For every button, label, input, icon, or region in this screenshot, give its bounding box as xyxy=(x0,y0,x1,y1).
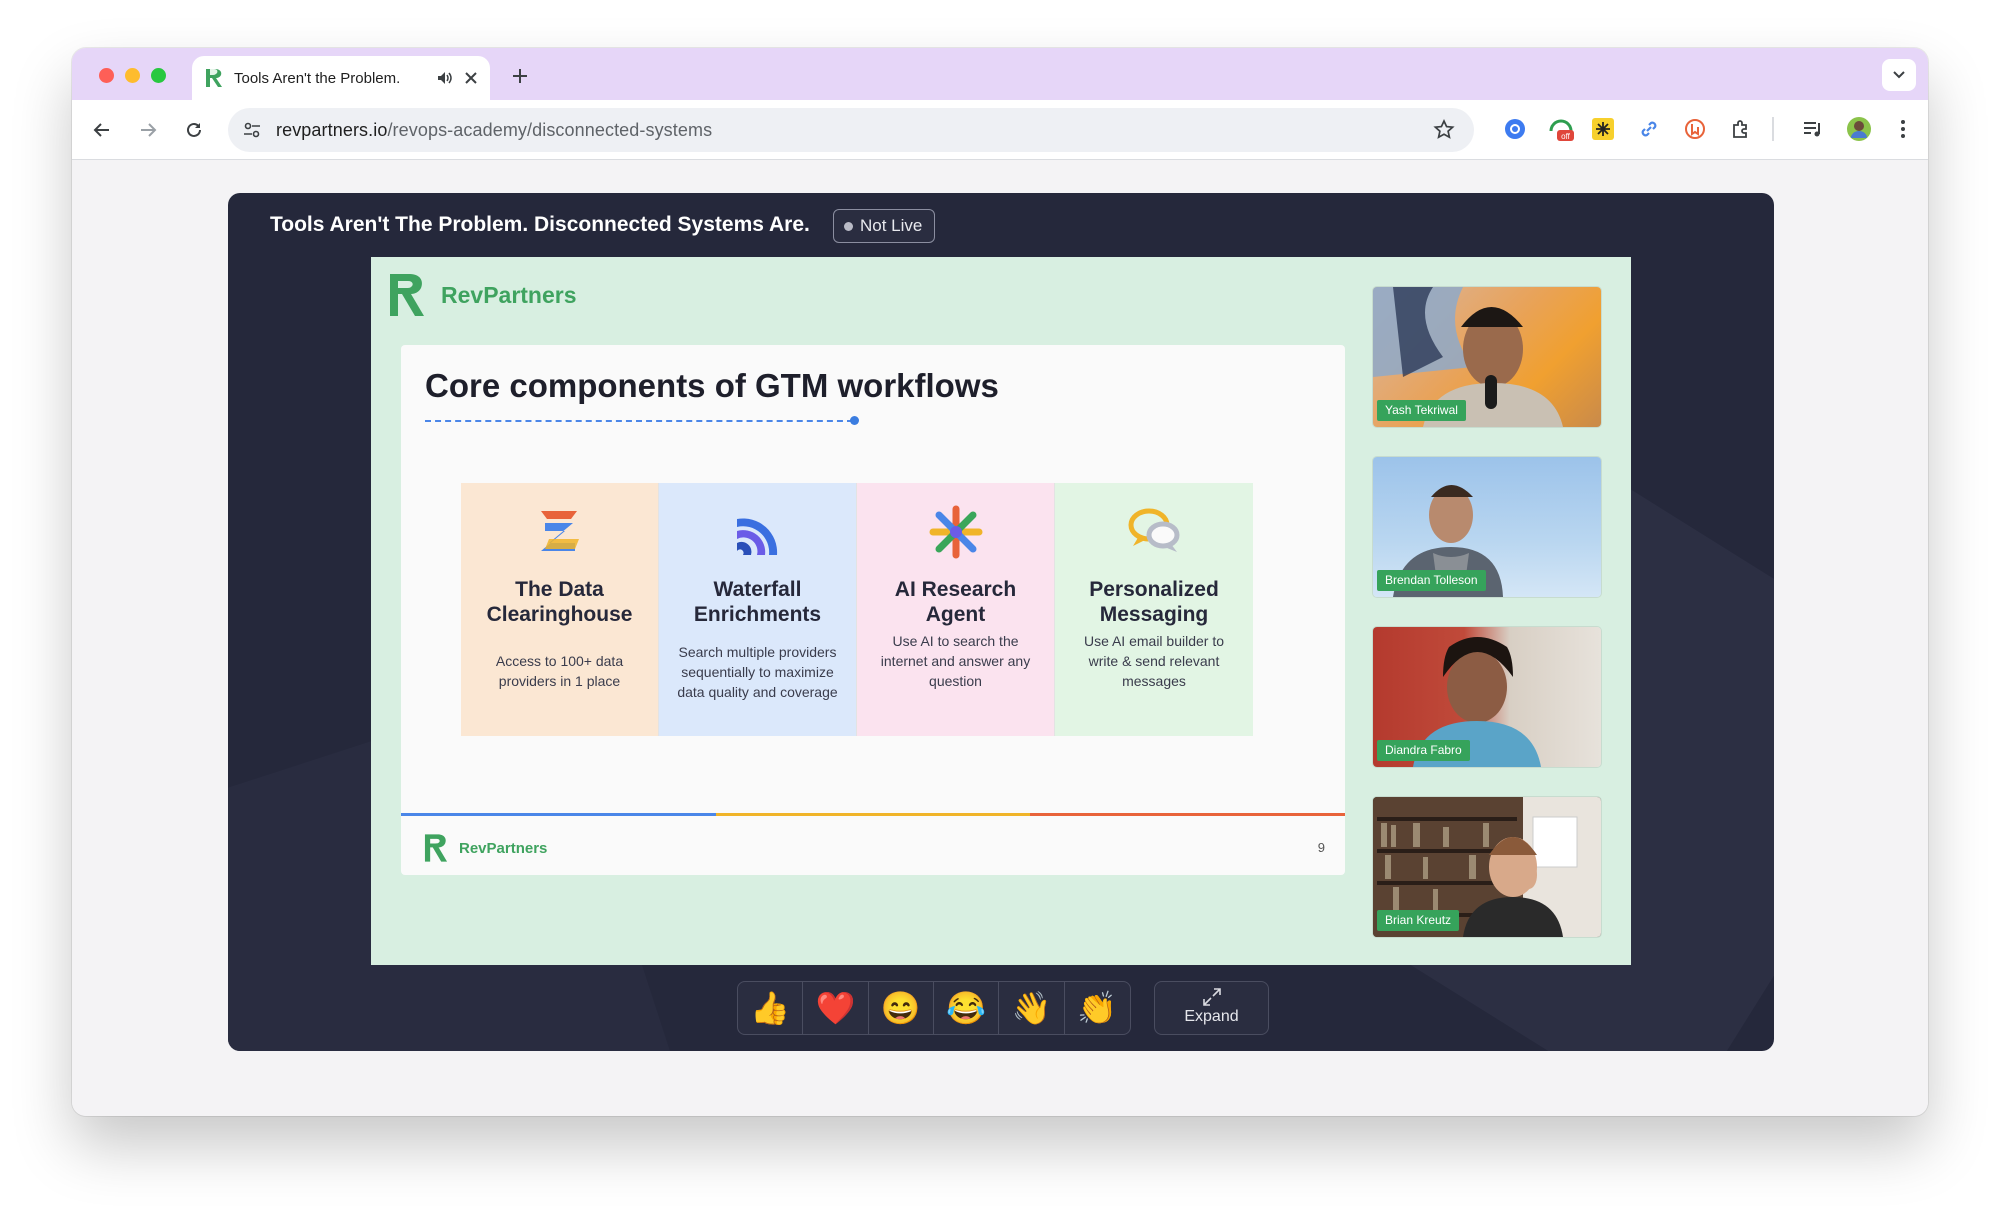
participant-name: Yash Tekriwal xyxy=(1377,400,1466,421)
media-controls-button[interactable] xyxy=(1798,114,1828,144)
expand-arrows-icon xyxy=(1202,988,1221,1006)
webinar-stage: Tools Aren't The Problem. Disconnected S… xyxy=(228,193,1774,1051)
reactions-bar: 👍 ❤️ 😄 😂 👋 👏 xyxy=(737,981,1131,1035)
extension-link-icon[interactable] xyxy=(1634,114,1664,144)
reload-icon xyxy=(187,122,201,137)
puzzle-icon xyxy=(1733,120,1747,138)
component-card-waterfall-enrichments: Waterfall Enrichments Search multiple pr… xyxy=(659,483,857,736)
minimize-window-button[interactable] xyxy=(125,68,140,83)
menu-button[interactable] xyxy=(1888,114,1918,144)
reaction-grin-button[interactable]: 😄 xyxy=(869,982,934,1034)
menu-icon xyxy=(1901,120,1905,138)
component-title: The Data Clearinghouse xyxy=(486,578,633,626)
tab-strip: Tools Aren't the Problem. xyxy=(72,48,1928,100)
spark-burst-icon xyxy=(929,505,983,559)
reaction-wave-button[interactable]: 👋 xyxy=(999,982,1065,1034)
expand-label: Expand xyxy=(1184,1008,1239,1025)
chat-bubbles-icon xyxy=(1128,508,1180,552)
close-tab-icon[interactable] xyxy=(464,71,478,85)
participant-name: Brendan Tolleson xyxy=(1377,570,1486,591)
browser-window: Tools Aren't the Problem. revpartners.io… xyxy=(72,48,1928,1116)
component-title: Personalized Messaging xyxy=(1089,578,1219,626)
component-card-ai-research-agent: AI Research Agent Use AI to search the i… xyxy=(857,483,1055,736)
component-card-personalized-messaging: Personalized Messaging Use AI email buil… xyxy=(1055,483,1253,736)
back-icon xyxy=(93,123,109,137)
extension-blue-icon[interactable] xyxy=(1500,114,1530,144)
reaction-laugh-button[interactable]: 😂 xyxy=(934,982,1000,1034)
revpartners-logo-small-icon xyxy=(424,834,448,862)
participant-name: Brian Kreutz xyxy=(1377,910,1460,931)
reaction-clap-button[interactable]: 👏 xyxy=(1065,982,1130,1034)
component-description: Search multiple providers sequentially t… xyxy=(677,644,838,700)
participant-video-tile[interactable]: Diandra Fabro xyxy=(1373,627,1601,767)
extensions-button[interactable] xyxy=(1726,114,1756,144)
slide-footer-colorbar xyxy=(401,813,1346,816)
tab-active[interactable]: Tools Aren't the Problem. xyxy=(192,56,490,100)
back-button[interactable] xyxy=(88,116,116,144)
revpartners-logo-icon xyxy=(390,274,424,316)
component-title: AI Research Agent xyxy=(894,578,1017,626)
chevron-down-icon xyxy=(1893,71,1905,79)
svg-text:off: off xyxy=(1561,132,1571,141)
url-domain: revpartners.io xyxy=(276,119,388,140)
slide-brand-header: RevPartners xyxy=(387,271,577,319)
component-description: Use AI to search the internet and answer… xyxy=(880,633,1031,689)
extension-off-icon[interactable]: off xyxy=(1546,114,1576,144)
tab-search-button[interactable] xyxy=(1882,59,1916,91)
slide-title: Core components of GTM workflows xyxy=(425,367,999,404)
slide-card: Core components of GTM workflows The Dat… xyxy=(401,345,1346,875)
extension-asterisk-icon[interactable] xyxy=(1588,114,1618,144)
participant-video-tile[interactable]: Brian Kreutz xyxy=(1373,797,1601,937)
url-text[interactable]: revpartners.io/revops-academy/disconnect… xyxy=(276,120,712,141)
participant-video-tile[interactable]: Yash Tekriwal xyxy=(1373,287,1601,427)
site-settings-icon[interactable] xyxy=(242,120,262,140)
slide-footer-brand: RevPartners xyxy=(423,832,547,864)
forward-icon xyxy=(141,123,157,137)
slide-page-number: 9 xyxy=(1317,840,1325,855)
participant-video-tile[interactable]: Brendan Tolleson xyxy=(1373,457,1601,597)
asterisk-icon xyxy=(1592,118,1614,140)
participant-name: Diandra Fabro xyxy=(1377,740,1470,761)
component-card-data-clearinghouse: The Data Clearinghouse Access to 100+ da… xyxy=(461,483,659,736)
new-tab-button[interactable] xyxy=(506,62,534,90)
revpartners-favicon-icon xyxy=(206,69,222,87)
title-underline xyxy=(425,420,853,422)
link-icon xyxy=(1641,121,1657,137)
toolbar-divider xyxy=(1772,117,1774,141)
forward-button[interactable] xyxy=(134,116,162,144)
bookmark-star-icon[interactable] xyxy=(1432,118,1456,142)
event-title: Tools Aren't The Problem. Disconnected S… xyxy=(270,213,810,236)
browser-toolbar: revpartners.io/revops-academy/disconnect… xyxy=(72,100,1928,160)
reaction-thumbs-up-button[interactable]: 👍 xyxy=(738,982,804,1034)
circle-extension-icon xyxy=(1505,119,1525,139)
status-dot-icon xyxy=(844,221,853,231)
component-description: Use AI email builder to write & send rel… xyxy=(1083,633,1225,689)
reaction-heart-button[interactable]: ❤️ xyxy=(803,982,869,1034)
expand-button[interactable]: Expand xyxy=(1154,981,1269,1035)
profile-avatar-icon xyxy=(1847,117,1871,141)
brand-name: RevPartners xyxy=(441,281,577,308)
plus-icon xyxy=(513,69,527,83)
close-window-button[interactable] xyxy=(99,68,114,83)
presentation-area: RevPartners Core components of GTM workf… xyxy=(371,257,1631,965)
reload-button[interactable] xyxy=(180,116,208,144)
tab-title: Tools Aren't the Problem. xyxy=(234,69,401,87)
waterfall-rainbow-icon xyxy=(737,518,778,555)
footer-brand-name: RevPartners xyxy=(459,839,548,857)
component-title: Waterfall Enrichments xyxy=(693,578,822,626)
maximize-window-button[interactable] xyxy=(151,68,166,83)
page-content: Tools Aren't The Problem. Disconnected S… xyxy=(72,161,1928,1116)
url-path: /revops-academy/disconnected-systems xyxy=(387,119,713,140)
audio-playing-icon[interactable] xyxy=(436,69,454,87)
headphones-off-icon: off xyxy=(1549,119,1574,141)
address-bar[interactable]: revpartners.io/revops-academy/disconnect… xyxy=(228,108,1474,152)
profile-avatar[interactable] xyxy=(1844,114,1874,144)
live-status-text: Not Live xyxy=(860,216,923,235)
media-controls-icon xyxy=(1804,122,1820,137)
live-status-badge: Not Live xyxy=(833,209,936,243)
stacked-shapes-icon xyxy=(541,511,579,551)
extension-orange-icon[interactable] xyxy=(1680,114,1710,144)
bookmark-circle-icon xyxy=(1685,119,1705,139)
component-description: Access to 100+ data providers in 1 place xyxy=(495,653,624,689)
